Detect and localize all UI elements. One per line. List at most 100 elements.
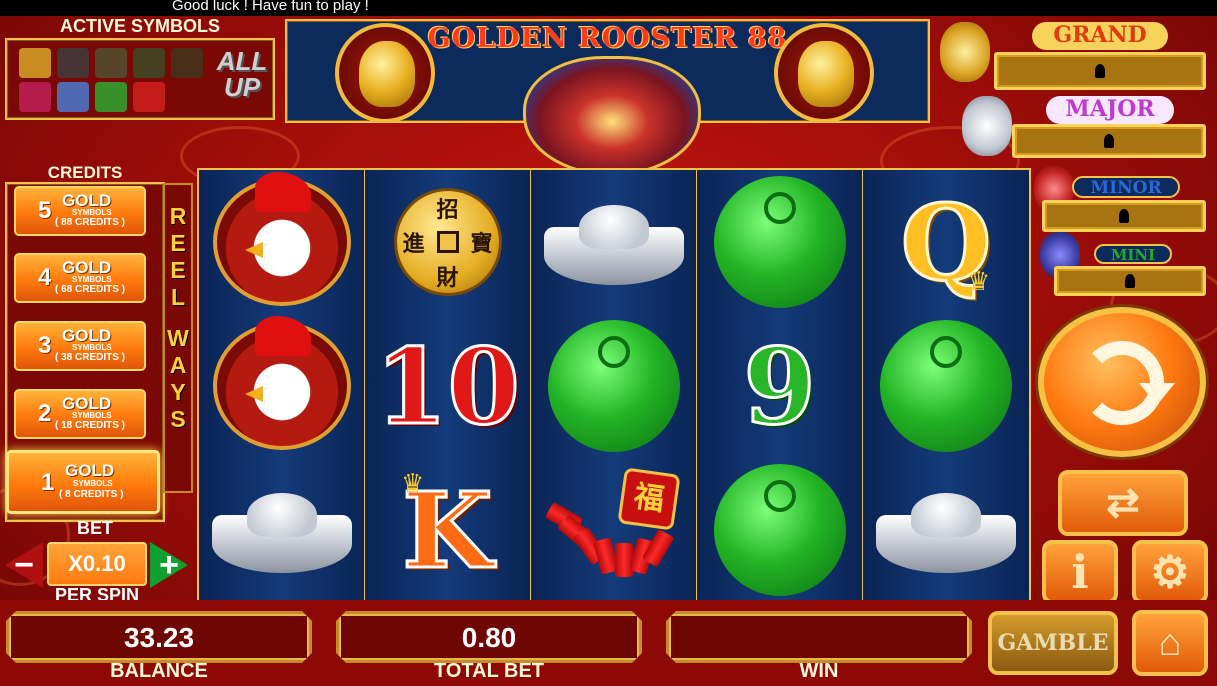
credit-option-gold: GOLD <box>65 461 115 480</box>
active-symbol-icon <box>19 48 51 78</box>
active-symbol-icon <box>133 82 165 112</box>
active-symbols-title: ACTIVE SYMBOLS <box>59 16 220 36</box>
silver-ingot-symbol-icon <box>876 485 1016 575</box>
active-symbol-icon <box>57 82 89 112</box>
active-symbol-icon <box>57 48 89 78</box>
jade-symbol-icon <box>880 320 1012 452</box>
credit-option-count: 3 <box>38 332 52 359</box>
reel-cell <box>199 314 364 458</box>
reel-cell: 福 <box>531 458 696 602</box>
jackpot-major-label: MAJOR <box>1046 96 1174 124</box>
rooster-medal-right-icon <box>774 23 874 123</box>
reel-ways-letter: L <box>170 284 186 310</box>
credit-option-credits: ( 68 CREDITS ) <box>55 284 126 295</box>
spin-button[interactable] <box>1038 307 1206 457</box>
reel-ways-letter: E <box>170 230 186 256</box>
active-symbols-grid <box>19 48 203 112</box>
all-up-badge: ALL UP <box>216 46 268 102</box>
reel-4: 9 <box>697 170 863 602</box>
reel-ways-letter: E <box>170 257 186 283</box>
credit-option-2-button[interactable]: 2 GOLD SYMBOLS( 18 CREDITS ) <box>14 389 146 439</box>
credits-title: CREDITS <box>47 163 123 182</box>
total-bet-value: 0.80 <box>461 622 517 653</box>
jade-symbol-icon <box>713 176 846 308</box>
active-symbol-icon <box>95 48 127 78</box>
reel-cell: 招進寶財 <box>365 170 530 314</box>
jackpot-mini-bar <box>1054 266 1206 296</box>
credit-option-4-button[interactable]: 4 GOLD SYMBOLS( 68 CREDITS ) <box>14 253 146 303</box>
reel-1 <box>199 170 365 602</box>
crown-icon: ♛ <box>401 468 425 498</box>
reel-2: 招進寶財 10 K ♛ <box>365 170 531 602</box>
home-button[interactable]: ⌂ <box>1132 610 1208 676</box>
info-icon: i <box>1071 545 1089 599</box>
reel-cell: Q ♛ <box>863 170 1029 314</box>
jackpot-grand-bar <box>994 52 1206 90</box>
credit-option-symbols: SYMBOLS <box>72 343 112 352</box>
reel-ways-letter: R <box>169 203 187 229</box>
bet-value: X0.10 <box>47 542 147 586</box>
gamble-label: GAMBLE <box>997 630 1109 656</box>
firecracker-symbol-icon: 福 <box>544 467 681 589</box>
reel-cell <box>199 458 364 602</box>
reel-3: 福 <box>531 170 697 602</box>
autoplay-icon: ⇄ <box>1106 481 1140 525</box>
credit-option-symbols: SYMBOLS <box>73 479 113 488</box>
credit-option-1-button[interactable]: 1 GOLD SYMBOLS( 8 CREDITS ) <box>6 450 160 514</box>
total-bet-panel: 0.80 <box>336 611 642 663</box>
reel-cell <box>531 314 696 458</box>
silver-ingot-symbol-icon <box>543 197 684 287</box>
reel-cell <box>199 170 364 314</box>
reel-cell: 10 <box>365 314 530 458</box>
rooster-symbol-icon <box>212 172 351 306</box>
info-button[interactable]: i <box>1042 540 1118 604</box>
credit-option-count: 4 <box>38 264 52 291</box>
balance-label: BALANCE <box>110 660 208 682</box>
reel-ways-letter <box>165 311 191 325</box>
active-symbol-icon <box>171 48 203 78</box>
active-symbol-icon <box>19 82 51 112</box>
credit-option-symbols: SYMBOLS <box>72 411 112 420</box>
major-rooster-icon <box>962 96 1012 156</box>
treasure-bowl-icon <box>523 56 701 176</box>
status-bar: Good luck ! Have fun to play ! <box>0 0 1217 16</box>
reel-cell <box>697 170 862 314</box>
credit-option-5-button[interactable]: 5 GOLD SYMBOLS( 88 CREDITS ) <box>14 186 146 236</box>
jackpot-grand-label: GRAND <box>1032 22 1168 50</box>
active-symbol-icon <box>95 82 127 112</box>
credit-option-symbols: SYMBOLS <box>72 208 112 217</box>
jackpot-mini-label: MINI <box>1094 244 1172 264</box>
home-icon: ⌂ <box>1158 621 1182 664</box>
grand-rooster-icon <box>940 22 990 82</box>
reel-cell <box>531 170 696 314</box>
bet-label: BET <box>77 518 113 538</box>
gold-coin-symbol-icon: 招進寶財 <box>393 188 502 296</box>
balance-panel: 33.23 <box>6 611 312 663</box>
credit-option-3-button[interactable]: 3 GOLD SYMBOLS( 38 CREDITS ) <box>14 321 146 371</box>
credit-option-credits: ( 38 CREDITS ) <box>55 352 126 363</box>
crown-icon: ♛ <box>967 266 991 296</box>
win-label: WIN <box>799 660 839 682</box>
gamble-button[interactable]: GAMBLE <box>988 611 1118 675</box>
balance-value: 33.23 <box>123 622 195 653</box>
jackpot-minor-bar <box>1042 200 1206 232</box>
win-panel <box>666 611 972 663</box>
status-message: Good luck ! Have fun to play ! <box>172 0 369 14</box>
credit-option-credits: ( 88 CREDITS ) <box>55 217 126 228</box>
reel-ways-letter: W <box>167 325 189 351</box>
settings-button[interactable]: ⚙ <box>1132 540 1208 604</box>
nine-symbol: 9 <box>742 323 817 449</box>
autoplay-button[interactable]: ⇄ <box>1058 470 1188 536</box>
active-symbols-panel: ALL UP <box>5 38 275 120</box>
gear-icon: ⚙ <box>1150 547 1190 597</box>
reel-area: 招進寶財 10 K ♛ 福 9 Q ♛ <box>197 168 1031 602</box>
reel-ways-letter: Y <box>170 379 186 405</box>
reel-cell: K ♛ <box>365 458 530 602</box>
reel-5: Q ♛ <box>863 170 1029 602</box>
jade-symbol-icon <box>713 464 846 596</box>
jade-symbol-icon <box>547 320 680 452</box>
credit-option-credits: ( 18 CREDITS ) <box>55 420 126 431</box>
total-bet-label: TOTAL BET <box>434 660 544 682</box>
reel-ways-letter: S <box>170 406 186 432</box>
reel-cell <box>863 314 1029 458</box>
